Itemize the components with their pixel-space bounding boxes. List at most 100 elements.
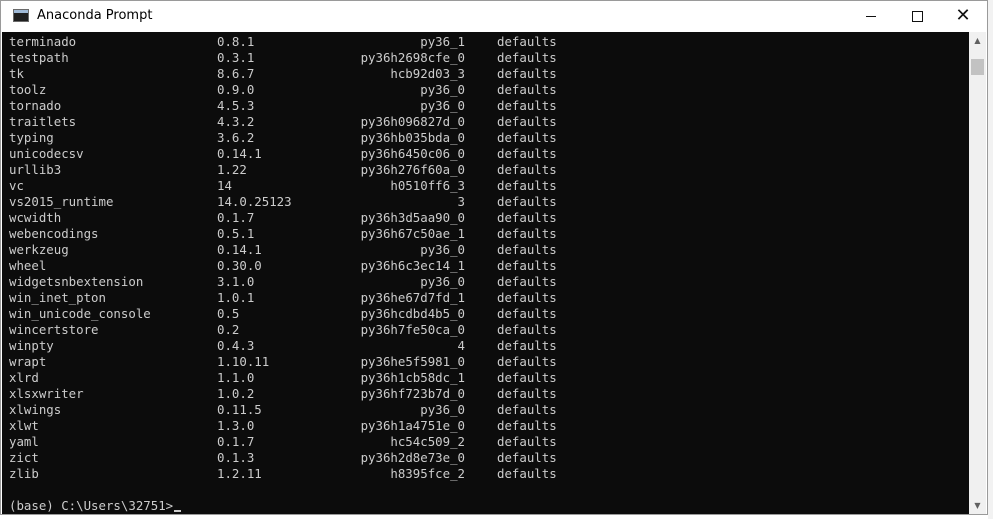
scroll-down-arrow-icon[interactable]: ▼ [969, 497, 986, 514]
package-row: xlsxwriter 1.0.2 py36hf723b7d_0 defaults [9, 386, 557, 402]
package-name: werkzeug [9, 242, 69, 257]
package-channel: defaults [497, 258, 557, 273]
maximize-button[interactable] [894, 1, 940, 31]
maximize-icon [911, 10, 923, 22]
package-build: py36hb035bda_0 [360, 130, 465, 145]
package-row: testpath 0.3.1 py36h2698cfe_0 defaults [9, 50, 557, 66]
package-channel: defaults [497, 338, 557, 353]
package-version: 0.14.1 [217, 242, 262, 257]
package-name: toolz [9, 82, 47, 97]
package-name: win_unicode_console [9, 306, 151, 321]
package-row: werkzeug 0.14.1 py36_0 defaults [9, 242, 557, 258]
package-version: 0.5.1 [217, 226, 255, 241]
package-build: py36h1cb58dc_1 [360, 370, 465, 385]
package-channel: defaults [497, 226, 557, 241]
package-name: xlwt [9, 418, 39, 433]
package-row: tk 8.6.7 hcb92d03_3 defaults [9, 66, 557, 82]
command-prompt-line[interactable]: (base) C:\Users\32751> [9, 498, 182, 514]
package-build: py36h2d8e73e_0 [360, 450, 465, 465]
console-app-icon[interactable] [13, 9, 29, 22]
vertical-scrollbar[interactable]: ▲ ▼ [969, 32, 986, 514]
minimize-icon [866, 15, 876, 17]
package-build: py36h096827d_0 [360, 114, 465, 129]
package-version: 14.0.25123 [217, 194, 292, 209]
package-row: wrapt 1.10.11 py36he5f5981_0 defaults [9, 354, 557, 370]
package-channel: defaults [497, 210, 557, 225]
package-row: xlrd 1.1.0 py36h1cb58dc_1 defaults [9, 370, 557, 386]
package-version: 1.2.11 [217, 466, 262, 481]
scroll-thumb[interactable] [971, 59, 984, 75]
package-row: unicodecsv 0.14.1 py36h6450c06_0 defaults [9, 146, 557, 162]
package-name: typing [9, 130, 54, 145]
package-build: py36_1 [420, 34, 465, 49]
package-channel: defaults [497, 306, 557, 321]
package-build: py36_0 [420, 242, 465, 257]
package-build: py36h1a4751e_0 [360, 418, 465, 433]
scroll-up-arrow-icon[interactable]: ▲ [969, 32, 986, 49]
package-name: testpath [9, 50, 69, 65]
console-lines: terminado 0.8.1 py36_1 defaults testpath 0.3.… [9, 34, 557, 514]
package-version: 1.22 [217, 162, 247, 177]
package-build: hc54c509_2 [390, 434, 465, 449]
package-version: 1.0.2 [217, 386, 255, 401]
package-version: 1.10.11 [217, 354, 270, 369]
package-build: py36h6c3ec14_1 [360, 258, 465, 273]
package-build: py36_0 [420, 274, 465, 289]
package-channel: defaults [497, 242, 557, 257]
package-channel: defaults [497, 434, 557, 449]
package-build: py36h276f60a_0 [360, 162, 465, 177]
package-version: 8.6.7 [217, 66, 255, 81]
package-version: 0.1.7 [217, 434, 255, 449]
package-name: tk [9, 66, 24, 81]
package-build: 3 [457, 194, 465, 209]
minimize-button[interactable] [848, 1, 894, 31]
package-row: xlwt 1.3.0 py36h1a4751e_0 defaults [9, 418, 557, 434]
package-channel: defaults [497, 98, 557, 113]
package-build: 4 [457, 338, 465, 353]
close-button[interactable]: ✕ [940, 1, 986, 31]
package-row: vs2015_runtime 14.0.25123 3 defaults [9, 194, 557, 210]
package-version: 0.8.1 [217, 34, 255, 49]
package-version: 1.3.0 [217, 418, 255, 433]
package-name: widgetsnbextension [9, 274, 144, 289]
title-bar[interactable]: Anaconda Prompt ✕ [1, 1, 987, 32]
package-row: zlib 1.2.11 h8395fce_2 defaults [9, 466, 557, 482]
package-version: 0.11.5 [217, 402, 262, 417]
package-build: h0510ff6_3 [390, 178, 465, 193]
package-build: py36he5f5981_0 [360, 354, 465, 369]
package-name: vc [9, 178, 24, 193]
package-channel: defaults [497, 386, 557, 401]
package-version: 14 [217, 178, 232, 193]
package-build: py36h3d5aa90_0 [360, 210, 465, 225]
package-name: webencodings [9, 226, 99, 241]
package-name: zlib [9, 466, 39, 481]
package-name: wrapt [9, 354, 47, 369]
package-name: wincertstore [9, 322, 99, 337]
package-version: 1.1.0 [217, 370, 255, 385]
package-row: tornado 4.5.3 py36_0 defaults [9, 98, 557, 114]
package-build: py36hcdbd4b5_0 [360, 306, 465, 321]
package-row: vc 14 h0510ff6_3 defaults [9, 178, 557, 194]
package-row: urllib3 1.22 py36h276f60a_0 defaults [9, 162, 557, 178]
package-row: toolz 0.9.0 py36_0 defaults [9, 82, 557, 98]
package-row: xlwings 0.11.5 py36_0 defaults [9, 402, 557, 418]
package-channel: defaults [497, 50, 557, 65]
package-channel: defaults [497, 130, 557, 145]
package-channel: defaults [497, 194, 557, 209]
package-name: yaml [9, 434, 39, 449]
package-name: traitlets [9, 114, 77, 129]
package-channel: defaults [497, 114, 557, 129]
package-channel: defaults [497, 450, 557, 465]
console-output[interactable]: terminado 0.8.1 py36_1 defaults testpath 0.3.… [2, 32, 969, 514]
package-name: wcwidth [9, 210, 62, 225]
package-version: 1.0.1 [217, 290, 255, 305]
package-channel: defaults [497, 146, 557, 161]
package-row: winpty 0.4.3 4 defaults [9, 338, 557, 354]
package-build: py36h6450c06_0 [360, 146, 465, 161]
package-version: 0.1.3 [217, 450, 255, 465]
package-build: py36hf723b7d_0 [360, 386, 465, 401]
package-channel: defaults [497, 322, 557, 337]
package-build: py36_0 [420, 402, 465, 417]
package-row: wincertstore 0.2 py36h7fe50ca_0 defaults [9, 322, 557, 338]
